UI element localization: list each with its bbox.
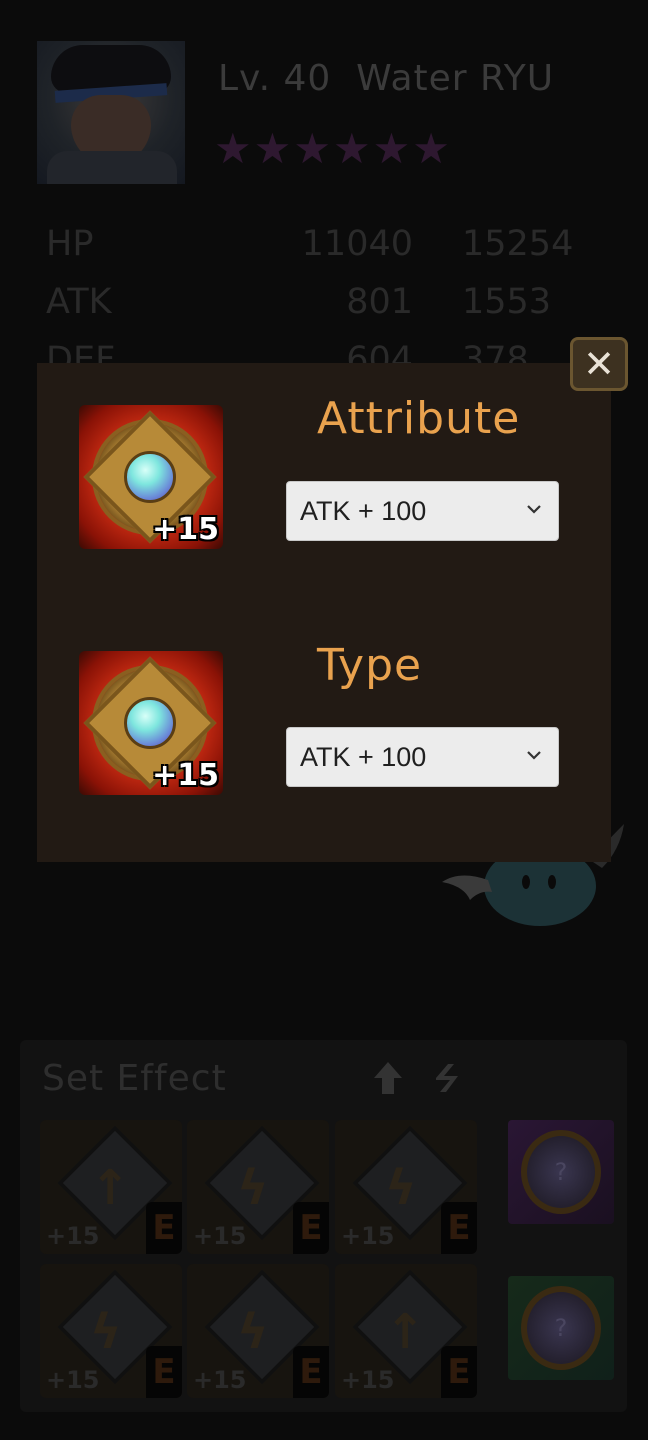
star-icon: ★ [253, 124, 292, 173]
stat-name: HP [46, 224, 94, 264]
star-icon: ★ [412, 124, 450, 173]
stat-value: 11040 [301, 224, 413, 264]
question-icon: ? [554, 1314, 568, 1342]
slot-level: +15 [341, 1366, 395, 1394]
equipped-badge: E [441, 1202, 477, 1254]
mystery-gem-slot[interactable]: ? [508, 1120, 614, 1224]
rune-slot[interactable]: ϟ +15 E [40, 1264, 182, 1398]
chevron-down-icon [527, 751, 541, 760]
stat-bonus: 15254 [462, 224, 574, 264]
gem-level: +15 [152, 758, 219, 793]
slot-level: +15 [193, 1366, 247, 1394]
equipped-badge: E [293, 1346, 329, 1398]
type-gem-card[interactable]: +15 [79, 651, 223, 795]
rune-slot[interactable]: ϟ +15 E [335, 1120, 477, 1254]
stat-value: 801 [346, 282, 413, 322]
stat-bonus: 1553 [462, 282, 552, 322]
equipped-badge: E [146, 1346, 182, 1398]
set-effect-title: Set Effect [42, 1058, 227, 1099]
star-icon: ★ [332, 124, 371, 173]
gem-icon [124, 451, 176, 503]
swap-rune-icon[interactable] [428, 1058, 468, 1098]
set-filter-icons [368, 1058, 468, 1098]
equipped-badge: E [441, 1346, 477, 1398]
attribute-gem-card[interactable]: +15 [79, 405, 223, 549]
attribute-select[interactable]: ATK + 100 [286, 481, 559, 541]
slot-level: +15 [193, 1222, 247, 1250]
star-icon: ★ [293, 124, 331, 173]
slot-level: +15 [46, 1222, 100, 1250]
attribute-select-value: ATK + 100 [300, 495, 427, 526]
type-select[interactable]: ATK + 100 [286, 727, 559, 787]
hero-title: Lv. 40 Water RYU [218, 58, 555, 99]
type-select-value: ATK + 100 [300, 741, 427, 772]
stat-row-hp: HP 11040 15254 [46, 224, 573, 268]
star-icon: ★ [214, 124, 252, 173]
gem-level: +15 [152, 512, 219, 547]
close-button[interactable]: ✕ [570, 337, 628, 391]
rune-slot[interactable]: ↑ +15 E [335, 1264, 477, 1398]
rune-slot[interactable]: ϟ +15 E [187, 1264, 329, 1398]
mystery-gem-slot[interactable]: ? [508, 1276, 614, 1380]
type-title: Type [317, 640, 423, 691]
equipped-badge: E [293, 1202, 329, 1254]
arrow-up-rune-icon[interactable] [368, 1058, 408, 1098]
close-icon: ✕ [583, 342, 615, 386]
stat-row-atk: ATK 801 1553 [46, 282, 551, 326]
star-icon: ★ [372, 124, 411, 173]
question-icon: ? [554, 1158, 568, 1186]
chevron-down-icon [527, 505, 541, 514]
star-rating: ★ ★ ★ ★ ★ ★ [214, 128, 450, 170]
slot-level: +15 [341, 1222, 395, 1250]
slot-level: +15 [46, 1366, 100, 1394]
rune-slot[interactable]: ↑ +15 E [40, 1120, 182, 1254]
attribute-title: Attribute [317, 393, 521, 444]
stat-name: ATK [46, 282, 112, 322]
rune-slot[interactable]: ϟ +15 E [187, 1120, 329, 1254]
gem-icon [124, 697, 176, 749]
hero-portrait [37, 41, 185, 184]
equipped-badge: E [146, 1202, 182, 1254]
